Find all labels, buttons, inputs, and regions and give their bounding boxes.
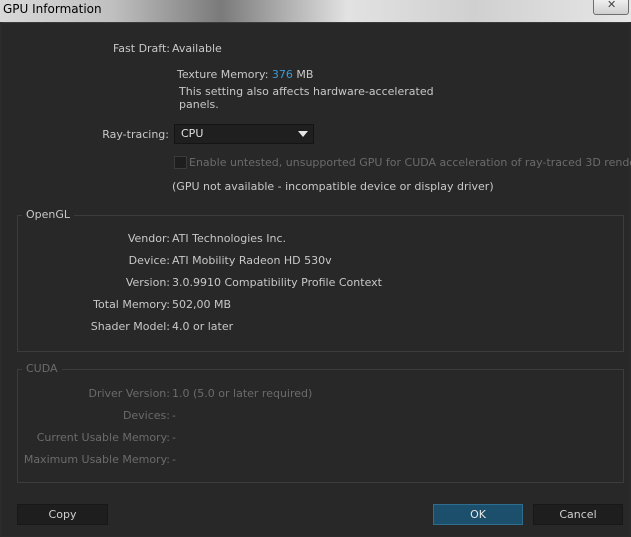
cuda-current-memory-label: Current Usable Memory: xyxy=(36,431,170,444)
window-title: GPU Information xyxy=(3,2,102,16)
cuda-devices-value: - xyxy=(172,409,176,422)
close-icon: ✕ xyxy=(607,0,617,11)
ok-button[interactable]: OK xyxy=(433,504,523,525)
ray-tracing-selected: CPU xyxy=(181,127,204,140)
ray-tracing-dropdown[interactable]: CPU xyxy=(174,124,314,144)
title-bar[interactable]: GPU Information ✕ xyxy=(0,0,631,22)
enable-untested-gpu-label: Enable untested, unsupported GPU for CUD… xyxy=(189,156,631,169)
opengl-total-memory-label: Total Memory: xyxy=(93,298,170,311)
opengl-shader-model-label: Shader Model: xyxy=(90,320,170,333)
texture-memory-unit: MB xyxy=(296,68,314,81)
opengl-device-label: Device: xyxy=(128,254,170,267)
opengl-group-title: OpenGL xyxy=(22,208,75,221)
cuda-maximum-memory-value: - xyxy=(172,453,176,466)
cuda-group-title: CUDA xyxy=(22,362,62,375)
close-button[interactable]: ✕ xyxy=(593,0,629,15)
fast-draft-label: Fast Draft: xyxy=(112,42,170,55)
gpu-information-dialog: GPU Information ✕ Fast Draft: Available … xyxy=(0,0,631,537)
fast-draft-note-line2: panels. xyxy=(179,98,219,111)
copy-button[interactable]: Copy xyxy=(17,504,108,525)
ray-tracing-label: Ray-tracing: xyxy=(102,128,169,141)
opengl-total-memory-value: 502,00 MB xyxy=(172,298,232,311)
gpu-status-text: (GPU not available - incompatible device… xyxy=(172,180,494,193)
fast-draft-note-line1: This setting also affects hardware-accel… xyxy=(179,85,434,98)
fast-draft-value: Available xyxy=(172,42,222,55)
texture-memory-row: Texture Memory: 376 MB xyxy=(177,68,313,81)
dialog-body: Fast Draft: Available Texture Memory: 37… xyxy=(2,22,631,536)
cuda-devices-label: Devices: xyxy=(122,409,170,422)
opengl-version-label: Version: xyxy=(125,276,170,289)
dropdown-arrow-icon xyxy=(298,131,308,137)
opengl-device-value: ATI Mobility Radeon HD 530v xyxy=(172,254,332,267)
texture-memory-value[interactable]: 376 xyxy=(272,68,293,81)
opengl-shader-model-value: 4.0 or later xyxy=(172,320,234,333)
enable-untested-gpu-checkbox[interactable] xyxy=(174,156,187,169)
cancel-button[interactable]: Cancel xyxy=(533,504,623,525)
texture-memory-label: Texture Memory: xyxy=(177,68,269,81)
cuda-maximum-memory-label: Maximum Usable Memory: xyxy=(23,453,170,466)
opengl-vendor-value: ATI Technologies Inc. xyxy=(172,232,287,245)
cuda-current-memory-value: - xyxy=(172,431,176,444)
opengl-vendor-label: Vendor: xyxy=(127,232,170,245)
cuda-driver-version-value: 1.0 (5.0 or later required) xyxy=(172,387,313,400)
opengl-version-value: 3.0.9910 Compatibility Profile Context xyxy=(172,276,382,289)
cuda-driver-version-label: Driver Version: xyxy=(88,387,170,400)
